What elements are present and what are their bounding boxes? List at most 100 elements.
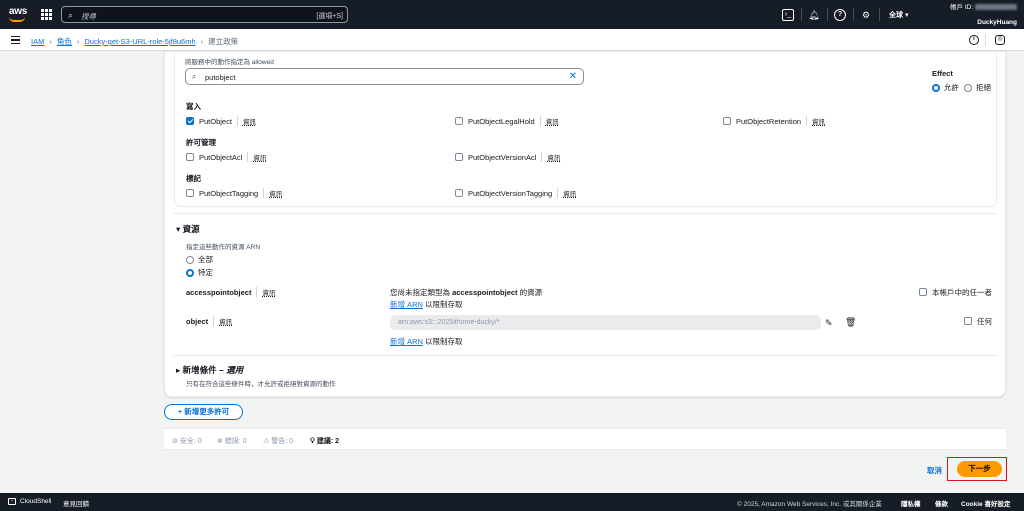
checkbox-putobjectacl[interactable]: PutObjectAcl 資訊 xyxy=(186,152,266,162)
terms-link[interactable]: 條款 xyxy=(935,498,948,508)
conditions-optional: – 選用 xyxy=(219,365,244,375)
account-menu[interactable]: 帳戶 ID: DuckyHuang xyxy=(925,3,1017,27)
allowed-label: 將服務中的動作指定為 allowed xyxy=(185,59,274,66)
action-label: PutObjectVersionAcl xyxy=(468,152,537,162)
resource-type-label: accesspointobject xyxy=(186,287,252,297)
region-selector[interactable]: 全球 ▾ xyxy=(889,10,908,20)
divider xyxy=(827,8,828,21)
resources-specific-label: 特定 xyxy=(198,268,213,277)
warnings-status[interactable]: ⚠ 警告: 0 xyxy=(263,436,293,446)
info-link[interactable]: 資訊 xyxy=(263,188,282,198)
gear-icon[interactable]: ⚙ xyxy=(860,9,872,21)
breadcrumb-iam[interactable]: IAM xyxy=(31,37,44,46)
effect-allow-label: 允許 xyxy=(944,83,959,92)
breadcrumb-bar: IAM › 角色 › Ducky-get-S3-URL-role-5jf8u6mh › 建立… xyxy=(0,29,1024,51)
resources-section-toggle[interactable]: ▾ 資源 xyxy=(176,223,200,235)
breadcrumb-roles[interactable]: 角色 xyxy=(57,37,72,46)
errors-status[interactable]: ⊗ 錯誤: 0 xyxy=(217,436,247,446)
resources-specific-radio[interactable]: 特定 xyxy=(186,267,213,278)
divider xyxy=(801,8,802,21)
add-arn-link[interactable]: 新增 ARN xyxy=(390,300,423,309)
info-link[interactable]: 資訊 xyxy=(236,116,256,126)
cloudshell-button[interactable]: › CloudShell xyxy=(8,498,51,505)
cookie-preferences-link[interactable]: Cookie 喜好設定 xyxy=(961,498,1010,508)
effect-deny-radio[interactable]: 拒絕 xyxy=(964,82,991,93)
checkbox-any-in-account[interactable]: 本帳戶中的任一者 xyxy=(919,287,992,297)
action-label: PutObjectAcl xyxy=(199,152,243,162)
checkbox-icon xyxy=(186,153,194,161)
add-more-permissions-button[interactable]: + 新增更多許可 xyxy=(164,404,243,420)
copyright: © 2025, Amazon Web Services, Inc. 或其關係企業 xyxy=(737,501,882,508)
actions-filter-input[interactable]: ⌕ putobject ✕ xyxy=(185,68,584,85)
divider xyxy=(853,8,854,21)
edit-icon[interactable]: ✎ xyxy=(825,318,833,329)
info-icon[interactable]: i xyxy=(969,35,979,45)
any-label: 任何 xyxy=(977,316,992,326)
next-button[interactable]: 下一步 xyxy=(957,461,1002,477)
checkbox-putobjectversiontagging[interactable]: PutObjectVersionTagging 資訊 xyxy=(455,188,576,198)
aws-logo[interactable]: aws xyxy=(9,6,27,17)
arn-value: arn:aws:s3:::2025ithome-ducky/* xyxy=(398,319,500,326)
divider xyxy=(173,213,997,214)
effect-allow-radio[interactable]: 允許 xyxy=(932,82,959,93)
suggestions-count: 建議: 2 xyxy=(316,438,340,445)
security-status[interactable]: ⊘ 安全: 0 xyxy=(172,436,202,446)
conditions-title: 新增條件 xyxy=(182,365,217,375)
resource-accesspointobject-label: accesspointobject 資訊 xyxy=(186,287,275,297)
checkbox-putobjecttagging[interactable]: PutObjectTagging 資訊 xyxy=(186,188,282,198)
checkbox-icon xyxy=(186,189,194,197)
search-icon: ⌕ xyxy=(68,10,74,20)
trash-icon[interactable]: 🗑︎ xyxy=(845,317,856,328)
checkbox-putobjectlegalhold[interactable]: PutObjectLegalHold 資訊 xyxy=(455,116,559,126)
add-arn-suffix: 以限制存取 xyxy=(425,300,463,309)
security-count: 安全: 0 xyxy=(179,438,202,445)
cloudshell-icon: › xyxy=(8,498,16,505)
checkbox-icon xyxy=(455,153,463,161)
add-arn-suffix: 以限制存取 xyxy=(425,337,463,346)
info-link[interactable]: 資訊 xyxy=(256,287,275,297)
checkbox-putobjectversionacl[interactable]: PutObjectVersionAcl 資訊 xyxy=(455,152,560,162)
radio-icon xyxy=(186,255,194,264)
checkbox-checked-icon xyxy=(186,117,194,125)
suggestions-status[interactable]: 💡︎ 建議: 2 xyxy=(310,436,339,446)
resource-object-label: object 資訊 xyxy=(186,316,232,326)
resources-all-radio[interactable]: 全部 xyxy=(186,254,213,265)
object-add-arn: 新增 ARN 以限制存取 xyxy=(390,336,463,347)
action-label: PutObjectTagging xyxy=(199,188,259,198)
menu-icon[interactable] xyxy=(11,36,20,44)
resources-title: 資源 xyxy=(182,224,200,234)
conditions-section-toggle[interactable]: ▸ 新增條件 – 選用 xyxy=(176,364,243,376)
account-id-label: 帳戶 ID: xyxy=(950,4,974,11)
info-link[interactable]: 資訊 xyxy=(806,116,825,126)
checkbox-putobject[interactable]: PutObject 資訊 xyxy=(186,116,256,126)
action-label: PutObjectLegalHold xyxy=(468,116,535,126)
resources-arn-label: 指定這些動作的資源 ARN xyxy=(186,244,261,251)
add-arn-link[interactable]: 新增 ARN xyxy=(390,337,423,346)
validation-status-bar: ⊘ 安全: 0 ⊗ 錯誤: 0 ⚠ 警告: 0 💡︎ 建議: 2 xyxy=(164,428,1006,450)
search-input[interactable]: ⌕ 搜尋 [選項+S] xyxy=(61,6,348,23)
cloudshell-icon[interactable]: ›_ xyxy=(782,9,794,21)
info-link[interactable]: 資訊 xyxy=(557,188,576,198)
clear-icon[interactable]: ✕ xyxy=(569,71,577,82)
checkbox-putobjectretention[interactable]: PutObjectRetention 資訊 xyxy=(723,116,825,126)
checkbox-any[interactable]: 任何 xyxy=(964,316,992,326)
checkbox-icon xyxy=(455,117,463,125)
privacy-link[interactable]: 隱私權 xyxy=(901,498,921,508)
bell-icon[interactable]: 🔔︎ xyxy=(808,9,820,21)
desc-type: accesspointobject xyxy=(452,288,518,297)
conditions-desc: 只有在符合這些條件時，才允許或拒絕對資源的動作 xyxy=(186,381,336,388)
cancel-button[interactable]: 取消 xyxy=(927,465,942,476)
help-icon[interactable]: ? xyxy=(834,9,846,21)
info-link[interactable]: 資訊 xyxy=(213,316,232,326)
info-link[interactable]: 資訊 xyxy=(247,152,266,162)
desc-text: 的資源 xyxy=(519,288,543,297)
settings-icon[interactable]: ◎ xyxy=(995,35,1005,45)
breadcrumb-role-name[interactable]: Ducky-get-S3-URL-role-5jf8u6mh xyxy=(84,37,195,46)
feedback-link[interactable]: 意見回饋 xyxy=(63,498,89,508)
checkbox-icon xyxy=(723,117,731,125)
services-grid-icon[interactable] xyxy=(41,9,52,20)
group-title-tagging: 標記 xyxy=(186,174,201,183)
info-link[interactable]: 資訊 xyxy=(539,116,559,126)
permissions-card xyxy=(164,51,1006,397)
info-link[interactable]: 資訊 xyxy=(541,152,560,162)
